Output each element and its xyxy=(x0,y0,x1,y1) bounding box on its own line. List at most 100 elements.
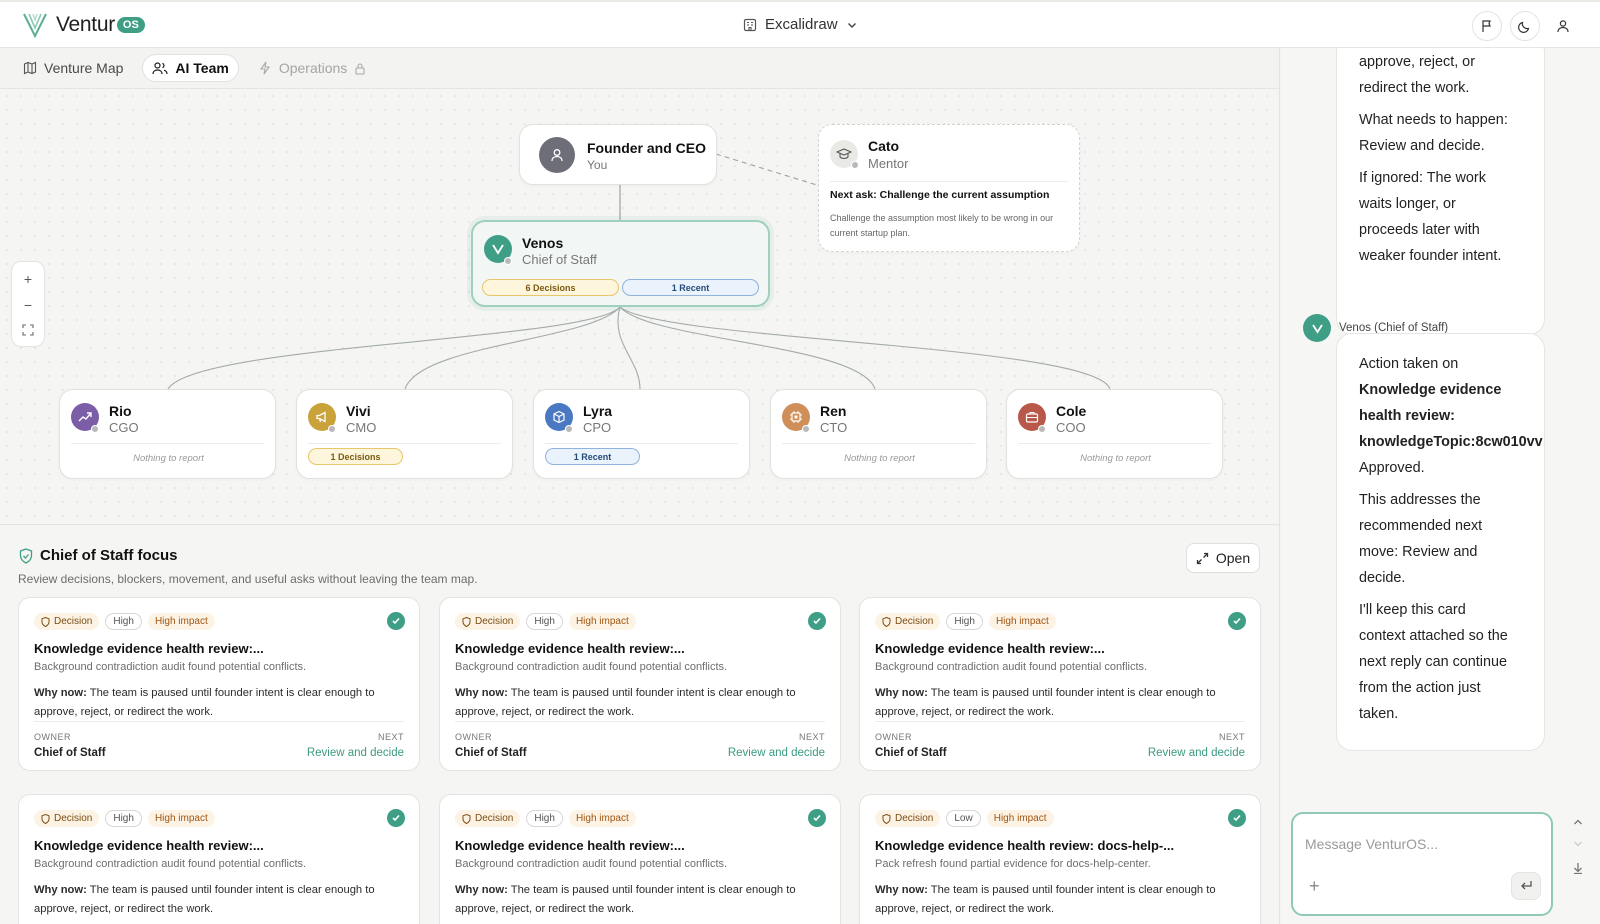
team-member-vivi[interactable]: Vivi CMO 1 Decisions xyxy=(296,389,513,479)
card-description: Pack refresh found partial evidence for … xyxy=(875,858,1151,870)
member-status-note: Nothing to report xyxy=(1080,453,1151,464)
decision-card[interactable]: Decision High High impact Knowledge evid… xyxy=(439,597,841,771)
venturos-logo-icon xyxy=(1311,324,1323,334)
tab-ai-team[interactable]: AI Team xyxy=(142,54,239,82)
status-dot xyxy=(565,425,573,433)
enter-icon xyxy=(1521,881,1532,890)
tab-operations[interactable]: Operations xyxy=(249,55,375,81)
message-line: Approved. xyxy=(1359,460,1425,476)
founder-name: Founder and CEO xyxy=(587,140,706,156)
card-description: Background contradiction audit found pot… xyxy=(455,661,728,673)
decision-card[interactable]: Decision High High impact Knowledge evid… xyxy=(18,597,420,771)
venturos-logo-icon xyxy=(23,13,47,39)
message-line: I'll keep this card xyxy=(1359,602,1466,618)
status-dot xyxy=(328,425,336,433)
map-icon xyxy=(23,61,37,75)
owner-label: OWNER xyxy=(875,732,912,742)
next-label: NEXT xyxy=(377,732,404,742)
os-badge: OS xyxy=(116,17,145,33)
chevron-up-icon[interactable] xyxy=(1573,818,1583,826)
shield-icon xyxy=(41,813,50,824)
chief-of-staff-node[interactable]: Venos Chief of Staff 6 Decisions 1 Recen… xyxy=(471,220,770,307)
decision-card[interactable]: Decision High High impact Knowledge evid… xyxy=(18,794,420,924)
founder-node[interactable]: Founder and CEO You xyxy=(519,124,717,185)
member-role: CGO xyxy=(109,420,139,435)
mentor-next-ask: Next ask: Challenge the current assumpti… xyxy=(830,189,1050,201)
chief-of-staff-focus: Chief of Staff focus Review decisions, b… xyxy=(0,526,1279,924)
divider xyxy=(830,181,1068,182)
zoom-controls: + − xyxy=(11,261,45,347)
add-attachment-icon[interactable]: + xyxy=(1309,876,1320,897)
fit-view-icon[interactable] xyxy=(22,324,34,336)
check-icon[interactable] xyxy=(808,809,826,827)
decisions-pill[interactable]: 6 Decisions xyxy=(482,279,619,296)
venturos-logo-icon xyxy=(492,244,504,255)
zoom-out-icon[interactable]: − xyxy=(24,298,32,312)
check-icon[interactable] xyxy=(387,612,405,630)
tab-label: AI Team xyxy=(175,60,229,76)
chevron-down-icon xyxy=(847,22,856,28)
decisions-pill[interactable]: 1 Decisions xyxy=(308,448,403,465)
next-action-link[interactable]: Review and decide xyxy=(728,747,825,759)
building-icon xyxy=(743,18,757,31)
status-dot xyxy=(802,425,810,433)
theme-toggle-button[interactable] xyxy=(1510,11,1540,41)
tab-venture-map[interactable]: Venture Map xyxy=(14,55,132,81)
member-name: Rio xyxy=(109,403,132,419)
owner-value: Chief of Staff xyxy=(875,747,947,759)
send-button[interactable] xyxy=(1511,872,1541,900)
check-icon[interactable] xyxy=(1228,809,1246,827)
open-focus-button[interactable]: Open xyxy=(1186,543,1260,573)
app-logo[interactable]: Ventur OS xyxy=(22,11,145,39)
divider xyxy=(1018,443,1211,444)
member-role: COO xyxy=(1056,420,1086,435)
account-button[interactable] xyxy=(1548,11,1578,41)
message-line: from the action just xyxy=(1359,680,1481,696)
check-icon[interactable] xyxy=(808,612,826,630)
message-line: waits longer, or xyxy=(1359,196,1456,212)
next-label: NEXT xyxy=(798,732,825,742)
shield-icon xyxy=(462,813,471,824)
card-why-now: Why now: The team is paused until founde… xyxy=(34,687,375,718)
message-input[interactable] xyxy=(1305,836,1525,852)
workspace-name: Excalidraw xyxy=(765,16,838,33)
impact-badge: High impact xyxy=(568,810,636,827)
member-role: CTO xyxy=(820,420,848,435)
focus-title: Chief of Staff focus xyxy=(40,547,178,564)
recent-pill[interactable]: 1 Recent xyxy=(622,279,759,296)
user-icon xyxy=(1557,20,1569,33)
team-map-canvas[interactable]: + − Founder and CEO You Cato Mentor Next… xyxy=(0,89,1279,525)
message-line: Knowledge evidence xyxy=(1359,382,1502,398)
divider xyxy=(455,721,825,722)
next-action-link[interactable]: Review and decide xyxy=(1148,747,1245,759)
moon-icon xyxy=(1518,21,1530,33)
check-icon[interactable] xyxy=(1228,612,1246,630)
team-member-lyra[interactable]: Lyra CPO 1 Recent xyxy=(533,389,750,479)
status-dot xyxy=(851,161,859,169)
team-member-cole[interactable]: Cole COO Nothing to report xyxy=(1006,389,1223,479)
next-action-link[interactable]: Review and decide xyxy=(307,747,404,759)
mentor-node[interactable]: Cato Mentor Next ask: Challenge the curr… xyxy=(818,124,1080,252)
scroll-to-bottom-icon[interactable] xyxy=(1573,862,1583,874)
workspace-switcher[interactable]: Excalidraw xyxy=(743,16,858,33)
card-title: Knowledge evidence health review:... xyxy=(875,641,1105,656)
chevron-down-icon[interactable] xyxy=(1573,840,1583,848)
message-line: next reply can continue xyxy=(1359,654,1507,670)
message-line: If ignored: The work xyxy=(1359,170,1486,186)
check-icon[interactable] xyxy=(387,809,405,827)
message-line: Action taken on xyxy=(1359,356,1459,372)
message-line: approve, reject, or xyxy=(1359,54,1475,70)
decision-card[interactable]: Decision High High impact Knowledge evid… xyxy=(439,794,841,924)
team-member-ren[interactable]: Ren CTO Nothing to report xyxy=(770,389,987,479)
message-composer: + xyxy=(1291,812,1553,916)
team-member-rio[interactable]: Rio CGO Nothing to report xyxy=(59,389,276,479)
decision-card[interactable]: Decision High High impact Knowledge evid… xyxy=(859,597,1261,771)
chat-scroll-controls xyxy=(1573,818,1583,874)
flag-button[interactable] xyxy=(1472,11,1502,41)
decision-card[interactable]: Decision Low High impact Knowledge evide… xyxy=(859,794,1261,924)
zoom-in-icon[interactable]: + xyxy=(24,272,32,286)
avatar xyxy=(539,137,575,173)
recent-pill[interactable]: 1 Recent xyxy=(545,448,640,465)
message-line: weaker founder intent. xyxy=(1359,248,1502,264)
top-bar: Ventur OS Excalidraw xyxy=(0,0,1600,48)
